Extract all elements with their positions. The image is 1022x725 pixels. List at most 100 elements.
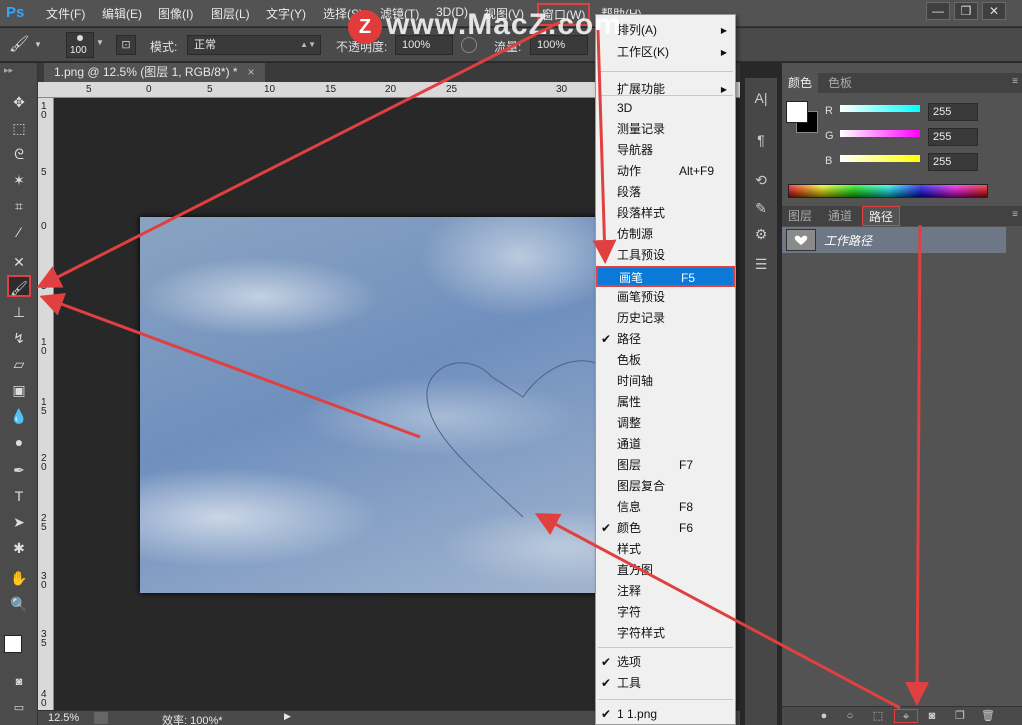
eraser-tool-icon[interactable]: ▱ xyxy=(7,353,31,375)
window-menu-item[interactable]: 图层复合 xyxy=(596,476,735,497)
window-menu-item[interactable]: 工作区(K) ▶ xyxy=(596,42,735,63)
window-menu-item[interactable]: 动作 Alt+F9 xyxy=(596,161,735,182)
history-panel-icon[interactable]: ⟲ xyxy=(751,170,771,190)
tab-channels[interactable]: 通道 xyxy=(822,206,858,226)
crop-tool-icon[interactable]: ⌗ xyxy=(7,195,31,217)
foreground-color-swatch[interactable] xyxy=(4,635,22,653)
clone-source-icon[interactable]: ⚙ xyxy=(751,224,771,244)
panel-menu-icon[interactable]: ≡ xyxy=(1012,209,1018,220)
brush-panel-icon[interactable]: ✎ xyxy=(751,198,771,218)
character-panel-icon[interactable]: A| xyxy=(751,88,771,108)
type-tool-icon[interactable]: T xyxy=(7,485,31,507)
window-menu-item[interactable]: 字符 xyxy=(596,602,735,623)
channel-g-slider[interactable] xyxy=(840,130,920,137)
brush-preset-picker[interactable]: 100 xyxy=(66,32,94,58)
healing-tool-icon[interactable]: ✕ xyxy=(7,251,31,273)
stamp-tool-icon[interactable]: ⊥ xyxy=(7,301,31,323)
history-brush-tool-icon[interactable]: ↯ xyxy=(7,327,31,349)
window-menu-item[interactable]: ✔ 1 1.png xyxy=(596,704,735,725)
new-path-icon[interactable]: ❐ xyxy=(952,709,968,723)
make-work-path-icon[interactable]: ⌖ xyxy=(894,709,918,723)
adjustments-panel-icon[interactable]: ☰ xyxy=(751,254,771,274)
window-menu-item[interactable]: ✔ 选项 xyxy=(596,652,735,673)
window-menu-item[interactable]: 工具预设 xyxy=(596,245,735,266)
tab-swatches[interactable]: 色板 xyxy=(822,73,858,93)
sky-image[interactable] xyxy=(140,217,610,593)
add-mask-icon[interactable]: ◙ xyxy=(924,709,940,723)
channel-b-value[interactable]: 255 xyxy=(928,153,978,171)
screen-mode-icon[interactable]: ▭ xyxy=(7,697,31,719)
window-menu-item[interactable]: 段落 xyxy=(596,182,735,203)
gradient-tool-icon[interactable]: ▣ xyxy=(7,379,31,401)
trash-icon[interactable]: 🗑 xyxy=(980,709,996,723)
magic-wand-tool-icon[interactable]: ✶ xyxy=(7,169,31,191)
window-menu-item[interactable]: 历史记录 xyxy=(596,308,735,329)
stroke-path-icon[interactable]: ○ xyxy=(842,709,858,723)
path-name[interactable]: 工作路径 xyxy=(824,232,872,249)
window-menu-item[interactable]: 测量记录 xyxy=(596,119,735,140)
window-menu-item[interactable]: 3D xyxy=(596,98,735,119)
panel-menu-icon[interactable]: ≡ xyxy=(1012,76,1018,87)
window-menu-item[interactable]: 通道 xyxy=(596,434,735,455)
menu-edit[interactable]: 编辑(E) xyxy=(102,5,142,22)
window-menu-item[interactable]: 样式 xyxy=(596,539,735,560)
window-menu-item[interactable]: 段落样式 xyxy=(596,203,735,224)
mode-select[interactable]: 正常 ▲▼ xyxy=(187,35,321,55)
close-icon[interactable]: × xyxy=(248,65,255,79)
status-info-icon[interactable] xyxy=(94,712,108,724)
menu-type[interactable]: 文字(Y) xyxy=(266,5,306,22)
shape-tool-icon[interactable]: ✱ xyxy=(7,537,31,559)
window-menu-item[interactable]: 图层 F7 xyxy=(596,455,735,476)
window-menu-item[interactable]: 时间轴 xyxy=(596,371,735,392)
menu-layer[interactable]: 图层(L) xyxy=(211,5,250,22)
quick-mask-icon[interactable]: ◙ xyxy=(7,671,31,693)
window-menu-item[interactable]: 扩展功能 ▶ xyxy=(596,79,735,100)
window-menu-item[interactable]: ✔ 工具 xyxy=(596,673,735,694)
chevron-down-icon[interactable]: ▼ xyxy=(34,40,42,49)
menu-image[interactable]: 图像(I) xyxy=(158,5,193,22)
minimize-button[interactable]: — xyxy=(926,2,950,20)
window-menu-item[interactable]: 画笔 F5 xyxy=(596,266,735,287)
tab-paths[interactable]: 路径 xyxy=(862,206,901,226)
status-menu-arrow-icon[interactable]: ▶ xyxy=(284,711,291,722)
menu-file[interactable]: 文件(F) xyxy=(46,5,85,22)
window-menu-item[interactable]: 色板 xyxy=(596,350,735,371)
window-menu-item[interactable]: 信息 F8 xyxy=(596,497,735,518)
eyedropper-tool-icon[interactable]: ⁄ xyxy=(7,221,31,243)
pen-tool-icon[interactable]: ✒ xyxy=(7,459,31,481)
dodge-tool-icon[interactable]: ● xyxy=(7,431,31,453)
tab-layers[interactable]: 图层 xyxy=(782,206,818,226)
foreground-swatch[interactable] xyxy=(786,101,808,123)
window-menu-item[interactable]: 导航器 xyxy=(596,140,735,161)
paragraph-panel-icon[interactable]: ¶ xyxy=(751,130,771,150)
restore-button[interactable]: ❐ xyxy=(954,2,978,20)
channel-r-value[interactable]: 255 xyxy=(928,103,978,121)
close-button[interactable]: ✕ xyxy=(982,2,1006,20)
window-menu-item[interactable]: 画笔预设 xyxy=(596,287,735,308)
hand-tool-icon[interactable]: ✋ xyxy=(7,567,31,589)
path-row-work-path[interactable]: 工作路径 xyxy=(782,227,1006,253)
chevron-down-icon[interactable]: ▼ xyxy=(96,38,104,47)
document-tab[interactable]: 1.png @ 12.5% (图层 1, RGB/8*) * × xyxy=(44,63,265,82)
move-tool-icon[interactable]: ✥ xyxy=(7,91,31,113)
tab-color[interactable]: 颜色 xyxy=(782,73,819,93)
fill-path-icon[interactable]: ● xyxy=(816,709,832,723)
load-selection-icon[interactable]: ⬚ xyxy=(870,709,886,723)
channel-r-slider[interactable] xyxy=(840,105,920,112)
collapse-icon[interactable]: ▸▸ xyxy=(4,65,13,76)
window-menu-item[interactable]: 直方图 xyxy=(596,560,735,581)
path-select-tool-icon[interactable]: ➤ xyxy=(7,511,31,533)
channel-b-slider[interactable] xyxy=(840,155,920,162)
marquee-tool-icon[interactable]: ⬚ xyxy=(7,117,31,139)
window-menu-item[interactable]: 仿制源 xyxy=(596,224,735,245)
window-menu-item[interactable]: ✔ 路径 xyxy=(596,329,735,350)
blur-tool-icon[interactable]: 💧 xyxy=(7,405,31,427)
window-menu-item[interactable]: 字符样式 xyxy=(596,623,735,644)
brush-tool-icon[interactable]: 🖌 xyxy=(7,275,31,297)
channel-g-value[interactable]: 255 xyxy=(928,128,978,146)
zoom-level[interactable]: 12.5% xyxy=(48,712,79,724)
window-menu-item[interactable]: 注释 xyxy=(596,581,735,602)
window-menu-item[interactable]: 属性 xyxy=(596,392,735,413)
window-menu-item[interactable]: ✔ 颜色 F6 xyxy=(596,518,735,539)
window-menu-item[interactable]: 调整 xyxy=(596,413,735,434)
